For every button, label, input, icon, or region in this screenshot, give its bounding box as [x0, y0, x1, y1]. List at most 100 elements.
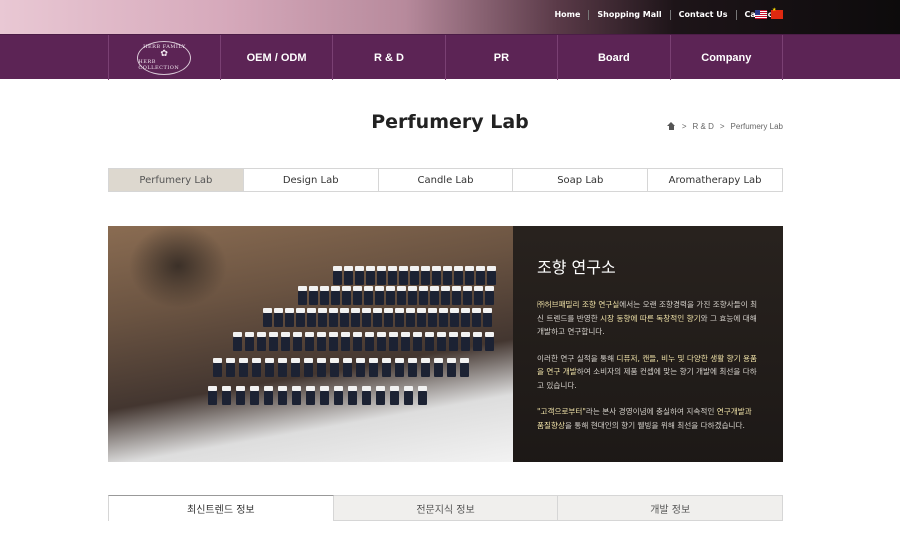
bottle-rows	[203, 261, 503, 421]
bottle	[257, 332, 266, 351]
hero-p2-text-a: 이러한 연구 실적을 통해	[537, 353, 617, 363]
breadcrumb-rnd[interactable]: R & D	[693, 122, 714, 131]
bottle	[278, 386, 287, 405]
tab-design-lab[interactable]: Design Lab	[243, 169, 379, 191]
bottle	[285, 308, 294, 327]
bottle	[472, 308, 481, 327]
bottle	[329, 308, 338, 327]
bottle	[362, 308, 371, 327]
bottle	[384, 308, 393, 327]
nav-item-board[interactable]: Board	[558, 35, 671, 80]
bottle	[264, 386, 273, 405]
bottle	[269, 332, 278, 351]
hero-p3-text-d: 을 통해 현대인의 향기 웰빙을 위해 최선을 다하겠습니다.	[564, 420, 745, 430]
tab-expert-knowledge-info[interactable]: 전문지식 정보	[333, 495, 559, 521]
bottle	[317, 332, 326, 351]
lab-photo	[108, 226, 513, 462]
bottle	[474, 286, 483, 305]
bottle	[365, 332, 374, 351]
bottle	[408, 286, 417, 305]
bottle	[434, 358, 443, 377]
lab-tabs: Perfumery Lab Design Lab Candle Lab Soap…	[108, 168, 783, 192]
bottle	[441, 286, 450, 305]
shopping-mall-link[interactable]: Shopping Mall	[589, 10, 671, 20]
bottle	[369, 358, 378, 377]
tab-latest-trend-info[interactable]: 최신트렌드 정보	[108, 495, 334, 521]
bottle	[334, 386, 343, 405]
site-logo[interactable]: HERB FAMILY ✿ HERB COLLECTION	[109, 35, 221, 80]
bottle	[233, 332, 242, 351]
tab-development-info[interactable]: 개발 정보	[558, 495, 784, 521]
bottle	[410, 266, 419, 285]
main-nav: HERB FAMILY ✿ HERB COLLECTION OEM / ODM …	[0, 34, 900, 80]
bottle	[208, 386, 217, 405]
bottle	[317, 358, 326, 377]
bottle	[428, 308, 437, 327]
tab-perfumery-lab[interactable]: Perfumery Lab	[109, 169, 244, 191]
bottle	[437, 332, 446, 351]
contact-us-link[interactable]: Contact Us	[671, 10, 737, 20]
bottle	[305, 332, 314, 351]
hero-heading: 조향 연구소	[537, 258, 616, 277]
hero-p3-text-b: 라는 본사 경영이념에 충실하여 지속적인	[585, 407, 717, 416]
bottle	[250, 386, 259, 405]
hero-paragraph-3: "고객으로부터"라는 본사 경영이념에 충실하여 지속적인 연구개발과 품질향상…	[537, 405, 759, 432]
nav-item-rnd[interactable]: R & D	[333, 35, 446, 80]
bottle	[418, 386, 427, 405]
us-flag-icon[interactable]	[755, 10, 767, 19]
bottle	[331, 286, 340, 305]
nav-item-pr[interactable]: PR	[446, 35, 559, 80]
tab-candle-lab[interactable]: Candle Lab	[378, 169, 514, 191]
breadcrumb: > R & D > Perfumery Lab	[666, 122, 783, 131]
bottle	[404, 386, 413, 405]
bottle	[353, 286, 362, 305]
tab-aromatherapy-lab[interactable]: Aromatherapy Lab	[648, 169, 782, 191]
bottle	[307, 308, 316, 327]
bottle	[245, 332, 254, 351]
bottle	[388, 266, 397, 285]
bottle	[373, 308, 382, 327]
home-icon[interactable]	[666, 122, 676, 131]
hero-section: 조향 연구소 ㈜허브패밀리 조향 연구실에서는 오랜 조향경력을 가진 조향사들…	[108, 226, 783, 462]
hero-paragraph-2: 이러한 연구 실적을 통해 디퓨저, 캔들, 비누 및 다양한 생활 향기 용품…	[537, 352, 759, 393]
bottle	[395, 358, 404, 377]
bottle	[401, 332, 410, 351]
bottle	[399, 266, 408, 285]
home-link[interactable]: Home	[546, 10, 590, 20]
bottle	[344, 266, 353, 285]
bottle	[356, 358, 365, 377]
bottle	[485, 332, 494, 351]
utility-links: Home Shopping Mall Contact Us Catalog	[546, 10, 784, 20]
bottle	[353, 332, 362, 351]
bottle	[343, 358, 352, 377]
bottle	[390, 386, 399, 405]
bottle	[278, 358, 287, 377]
bottle	[292, 386, 301, 405]
bottle	[226, 358, 235, 377]
bottle	[309, 286, 318, 305]
bottle	[293, 332, 302, 351]
bottle	[406, 308, 415, 327]
bottle	[419, 286, 428, 305]
bottle	[454, 266, 463, 285]
hero-p3-highlight-a: "고객으로부터"	[537, 407, 586, 416]
breadcrumb-current: Perfumery Lab	[730, 122, 783, 131]
bottle	[348, 386, 357, 405]
bottle	[222, 386, 231, 405]
bottle	[432, 266, 441, 285]
tab-soap-lab[interactable]: Soap Lab	[513, 169, 649, 191]
bottle	[320, 386, 329, 405]
bottle	[483, 308, 492, 327]
hero-paragraph-1: ㈜허브패밀리 조향 연구실에서는 오랜 조향경력을 가진 조향사들이 최신 트렌…	[537, 298, 759, 339]
hero-p1-highlight-a: ㈜허브패밀리 조향 연구실	[537, 300, 620, 309]
bottle	[304, 358, 313, 377]
bottle	[274, 308, 283, 327]
nav-item-oem-odm[interactable]: OEM / ODM	[221, 35, 334, 80]
nav-item-company[interactable]: Company	[671, 35, 784, 80]
bottle	[461, 332, 470, 351]
china-flag-icon[interactable]	[771, 7, 783, 19]
bottle	[298, 286, 307, 305]
bottle	[362, 386, 371, 405]
bottle	[213, 358, 222, 377]
bottle	[421, 358, 430, 377]
